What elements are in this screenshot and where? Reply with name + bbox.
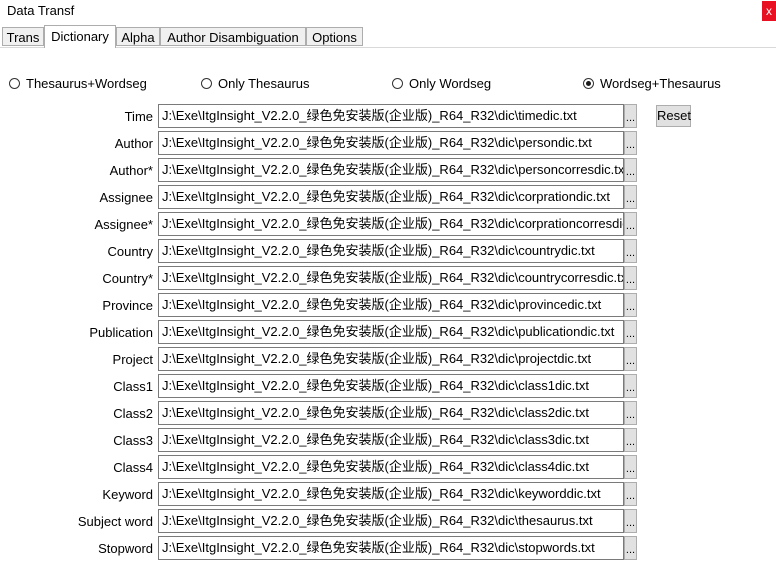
radio-only-wordseg-indicator[interactable] [392, 77, 403, 89]
tab-dictionary[interactable]: Dictionary [44, 25, 116, 48]
tab-options[interactable]: Options [306, 27, 363, 46]
radio-only-wordseg-label: Only Wordseg [409, 75, 492, 91]
dictionary-row: Province J:\Exe\ItgInsight_V2.2.0_绿色免安装版(… [0, 293, 640, 317]
dictionary-path-input[interactable]: J:\Exe\ItgInsight_V2.2.0_绿色免安装版(企业版)_R64… [158, 401, 624, 425]
dictionary-row: Keyword J:\Exe\ItgInsight_V2.2.0_绿色免安装版(企… [0, 482, 640, 506]
dictionary-path-input[interactable]: J:\Exe\ItgInsight_V2.2.0_绿色免安装版(企业版)_R64… [158, 509, 624, 533]
window-title: Data Transf [7, 3, 75, 18]
dictionary-label: Publication [89, 325, 153, 340]
dictionary-path-input[interactable]: J:\Exe\ItgInsight_V2.2.0_绿色免安装版(企业版)_R64… [158, 131, 624, 155]
radio-thesaurus-wordseg-indicator[interactable] [9, 77, 20, 89]
browse-button[interactable]: ... [624, 509, 637, 533]
dictionary-path-input[interactable]: J:\Exe\ItgInsight_V2.2.0_绿色免安装版(企业版)_R64… [158, 482, 624, 506]
radio-wordseg-thesaurus-indicator[interactable] [583, 77, 594, 89]
dictionary-row: Assignee* J:\Exe\ItgInsight_V2.2.0_绿色免安装版… [0, 212, 640, 236]
dictionary-row: Subject word J:\Exe\ItgInsight_V2.2.0_绿色免… [0, 509, 640, 533]
browse-button[interactable]: ... [624, 293, 637, 317]
browse-button[interactable]: ... [624, 347, 637, 371]
dictionary-row: Class1 J:\Exe\ItgInsight_V2.2.0_绿色免安装版(企业… [0, 374, 640, 398]
dictionary-label: Assignee* [94, 217, 153, 232]
dictionary-label: Author [114, 136, 153, 151]
dictionary-label: Country [107, 244, 153, 259]
tab-strip: Trans Dictionary Alpha Author Disambigua… [0, 25, 776, 48]
dictionary-label: Class2 [113, 406, 153, 421]
dictionary-row: Class2 J:\Exe\ItgInsight_V2.2.0_绿色免安装版(企业… [0, 401, 640, 425]
dictionary-label: Class3 [113, 433, 153, 448]
dictionary-path-input[interactable]: J:\Exe\ItgInsight_V2.2.0_绿色免安装版(企业版)_R64… [158, 158, 624, 182]
dictionary-path-input[interactable]: J:\Exe\ItgInsight_V2.2.0_绿色免安装版(企业版)_R64… [158, 374, 624, 398]
browse-button[interactable]: ... [624, 185, 637, 209]
dictionary-row: Class3 J:\Exe\ItgInsight_V2.2.0_绿色免安装版(企业… [0, 428, 640, 452]
browse-button[interactable]: ... [624, 158, 637, 182]
dictionary-label: Class1 [113, 379, 153, 394]
browse-button[interactable]: ... [624, 374, 637, 398]
dictionary-label: Keyword [102, 487, 153, 502]
radio-wordseg-thesaurus[interactable]: Wordseg+Thesaurus [583, 74, 721, 92]
dictionary-row: Assignee J:\Exe\ItgInsight_V2.2.0_绿色免安装版(… [0, 185, 640, 209]
radio-only-thesaurus-label: Only Thesaurus [218, 75, 310, 91]
browse-button[interactable]: ... [624, 212, 637, 236]
dictionary-label: Author* [109, 163, 153, 178]
dictionary-path-input[interactable]: J:\Exe\ItgInsight_V2.2.0_绿色免安装版(企业版)_R64… [158, 428, 624, 452]
browse-button[interactable]: ... [624, 455, 637, 479]
dictionary-path-input[interactable]: J:\Exe\ItgInsight_V2.2.0_绿色免安装版(企业版)_R64… [158, 347, 624, 371]
browse-button[interactable]: ... [624, 320, 637, 344]
dictionary-row: Class4 J:\Exe\ItgInsight_V2.2.0_绿色免安装版(企业… [0, 455, 640, 479]
tab-trans[interactable]: Trans [2, 27, 44, 46]
dictionary-label: Country* [102, 271, 153, 286]
radio-thesaurus-wordseg-label: Thesaurus+Wordseg [26, 75, 147, 91]
dictionary-path-input[interactable]: J:\Exe\ItgInsight_V2.2.0_绿色免安装版(企业版)_R64… [158, 185, 624, 209]
close-button[interactable]: x [762, 1, 776, 21]
radio-thesaurus-wordseg[interactable]: Thesaurus+Wordseg [9, 74, 147, 92]
browse-button[interactable]: ... [624, 239, 637, 263]
dictionary-row: Author J:\Exe\ItgInsight_V2.2.0_绿色免安装版(企业… [0, 131, 640, 155]
dictionary-label: Project [112, 352, 153, 367]
dictionary-path-input[interactable]: J:\Exe\ItgInsight_V2.2.0_绿色免安装版(企业版)_R64… [158, 536, 624, 560]
dictionary-row: Country J:\Exe\ItgInsight_V2.2.0_绿色免安装版(企… [0, 239, 640, 263]
browse-button[interactable]: ... [624, 266, 637, 290]
dictionary-row: Country* J:\Exe\ItgInsight_V2.2.0_绿色免安装版(… [0, 266, 640, 290]
browse-button[interactable]: ... [624, 401, 637, 425]
dictionary-path-input[interactable]: J:\Exe\ItgInsight_V2.2.0_绿色免安装版(企业版)_R64… [158, 239, 624, 263]
dictionary-path-input[interactable]: J:\Exe\ItgInsight_V2.2.0_绿色免安装版(企业版)_R64… [158, 320, 624, 344]
radio-only-thesaurus-indicator[interactable] [201, 77, 212, 89]
dictionary-row: Project J:\Exe\ItgInsight_V2.2.0_绿色免安装版(企… [0, 347, 640, 371]
mode-radio-group: Thesaurus+Wordseg Only Thesaurus Only Wo… [0, 74, 776, 92]
dictionary-label: Class4 [113, 460, 153, 475]
tab-alpha[interactable]: Alpha [116, 27, 160, 46]
browse-button[interactable]: ... [624, 428, 637, 452]
dictionary-row: Publication J:\Exe\ItgInsight_V2.2.0_绿色免安… [0, 320, 640, 344]
dictionary-label: Subject word [77, 514, 153, 529]
dictionary-row: Time J:\Exe\ItgInsight_V2.2.0_绿色免安装版(企业版)… [0, 104, 640, 128]
tab-divider [0, 47, 776, 48]
radio-only-wordseg[interactable]: Only Wordseg [392, 74, 491, 92]
reset-button[interactable]: Reset [656, 105, 691, 127]
dictionary-row: Author* J:\Exe\ItgInsight_V2.2.0_绿色免安装版(企… [0, 158, 640, 182]
browse-button[interactable]: ... [624, 482, 637, 506]
dictionary-path-input[interactable]: J:\Exe\ItgInsight_V2.2.0_绿色免安装版(企业版)_R64… [158, 455, 624, 479]
dictionary-path-input[interactable]: J:\Exe\ItgInsight_V2.2.0_绿色免安装版(企业版)_R64… [158, 212, 624, 236]
browse-button[interactable]: ... [624, 131, 637, 155]
dictionary-label: Time [124, 109, 153, 124]
browse-button[interactable]: ... [624, 536, 637, 560]
dictionary-row: Stopword J:\Exe\ItgInsight_V2.2.0_绿色免安装版(… [0, 536, 640, 560]
dictionary-label: Assignee [99, 190, 153, 205]
dictionary-path-input[interactable]: J:\Exe\ItgInsight_V2.2.0_绿色免安装版(企业版)_R64… [158, 104, 624, 128]
dictionary-path-input[interactable]: J:\Exe\ItgInsight_V2.2.0_绿色免安装版(企业版)_R64… [158, 266, 624, 290]
dictionary-label: Province [102, 298, 153, 313]
radio-wordseg-thesaurus-label: Wordseg+Thesaurus [600, 75, 721, 91]
radio-only-thesaurus[interactable]: Only Thesaurus [201, 74, 310, 92]
browse-button[interactable]: ... [624, 104, 637, 128]
dictionary-label: Stopword [98, 541, 153, 556]
tab-author-disambiguation[interactable]: Author Disambiguation [160, 27, 306, 46]
dictionary-path-input[interactable]: J:\Exe\ItgInsight_V2.2.0_绿色免安装版(企业版)_R64… [158, 293, 624, 317]
title-bar: Data Transf x [0, 0, 776, 24]
